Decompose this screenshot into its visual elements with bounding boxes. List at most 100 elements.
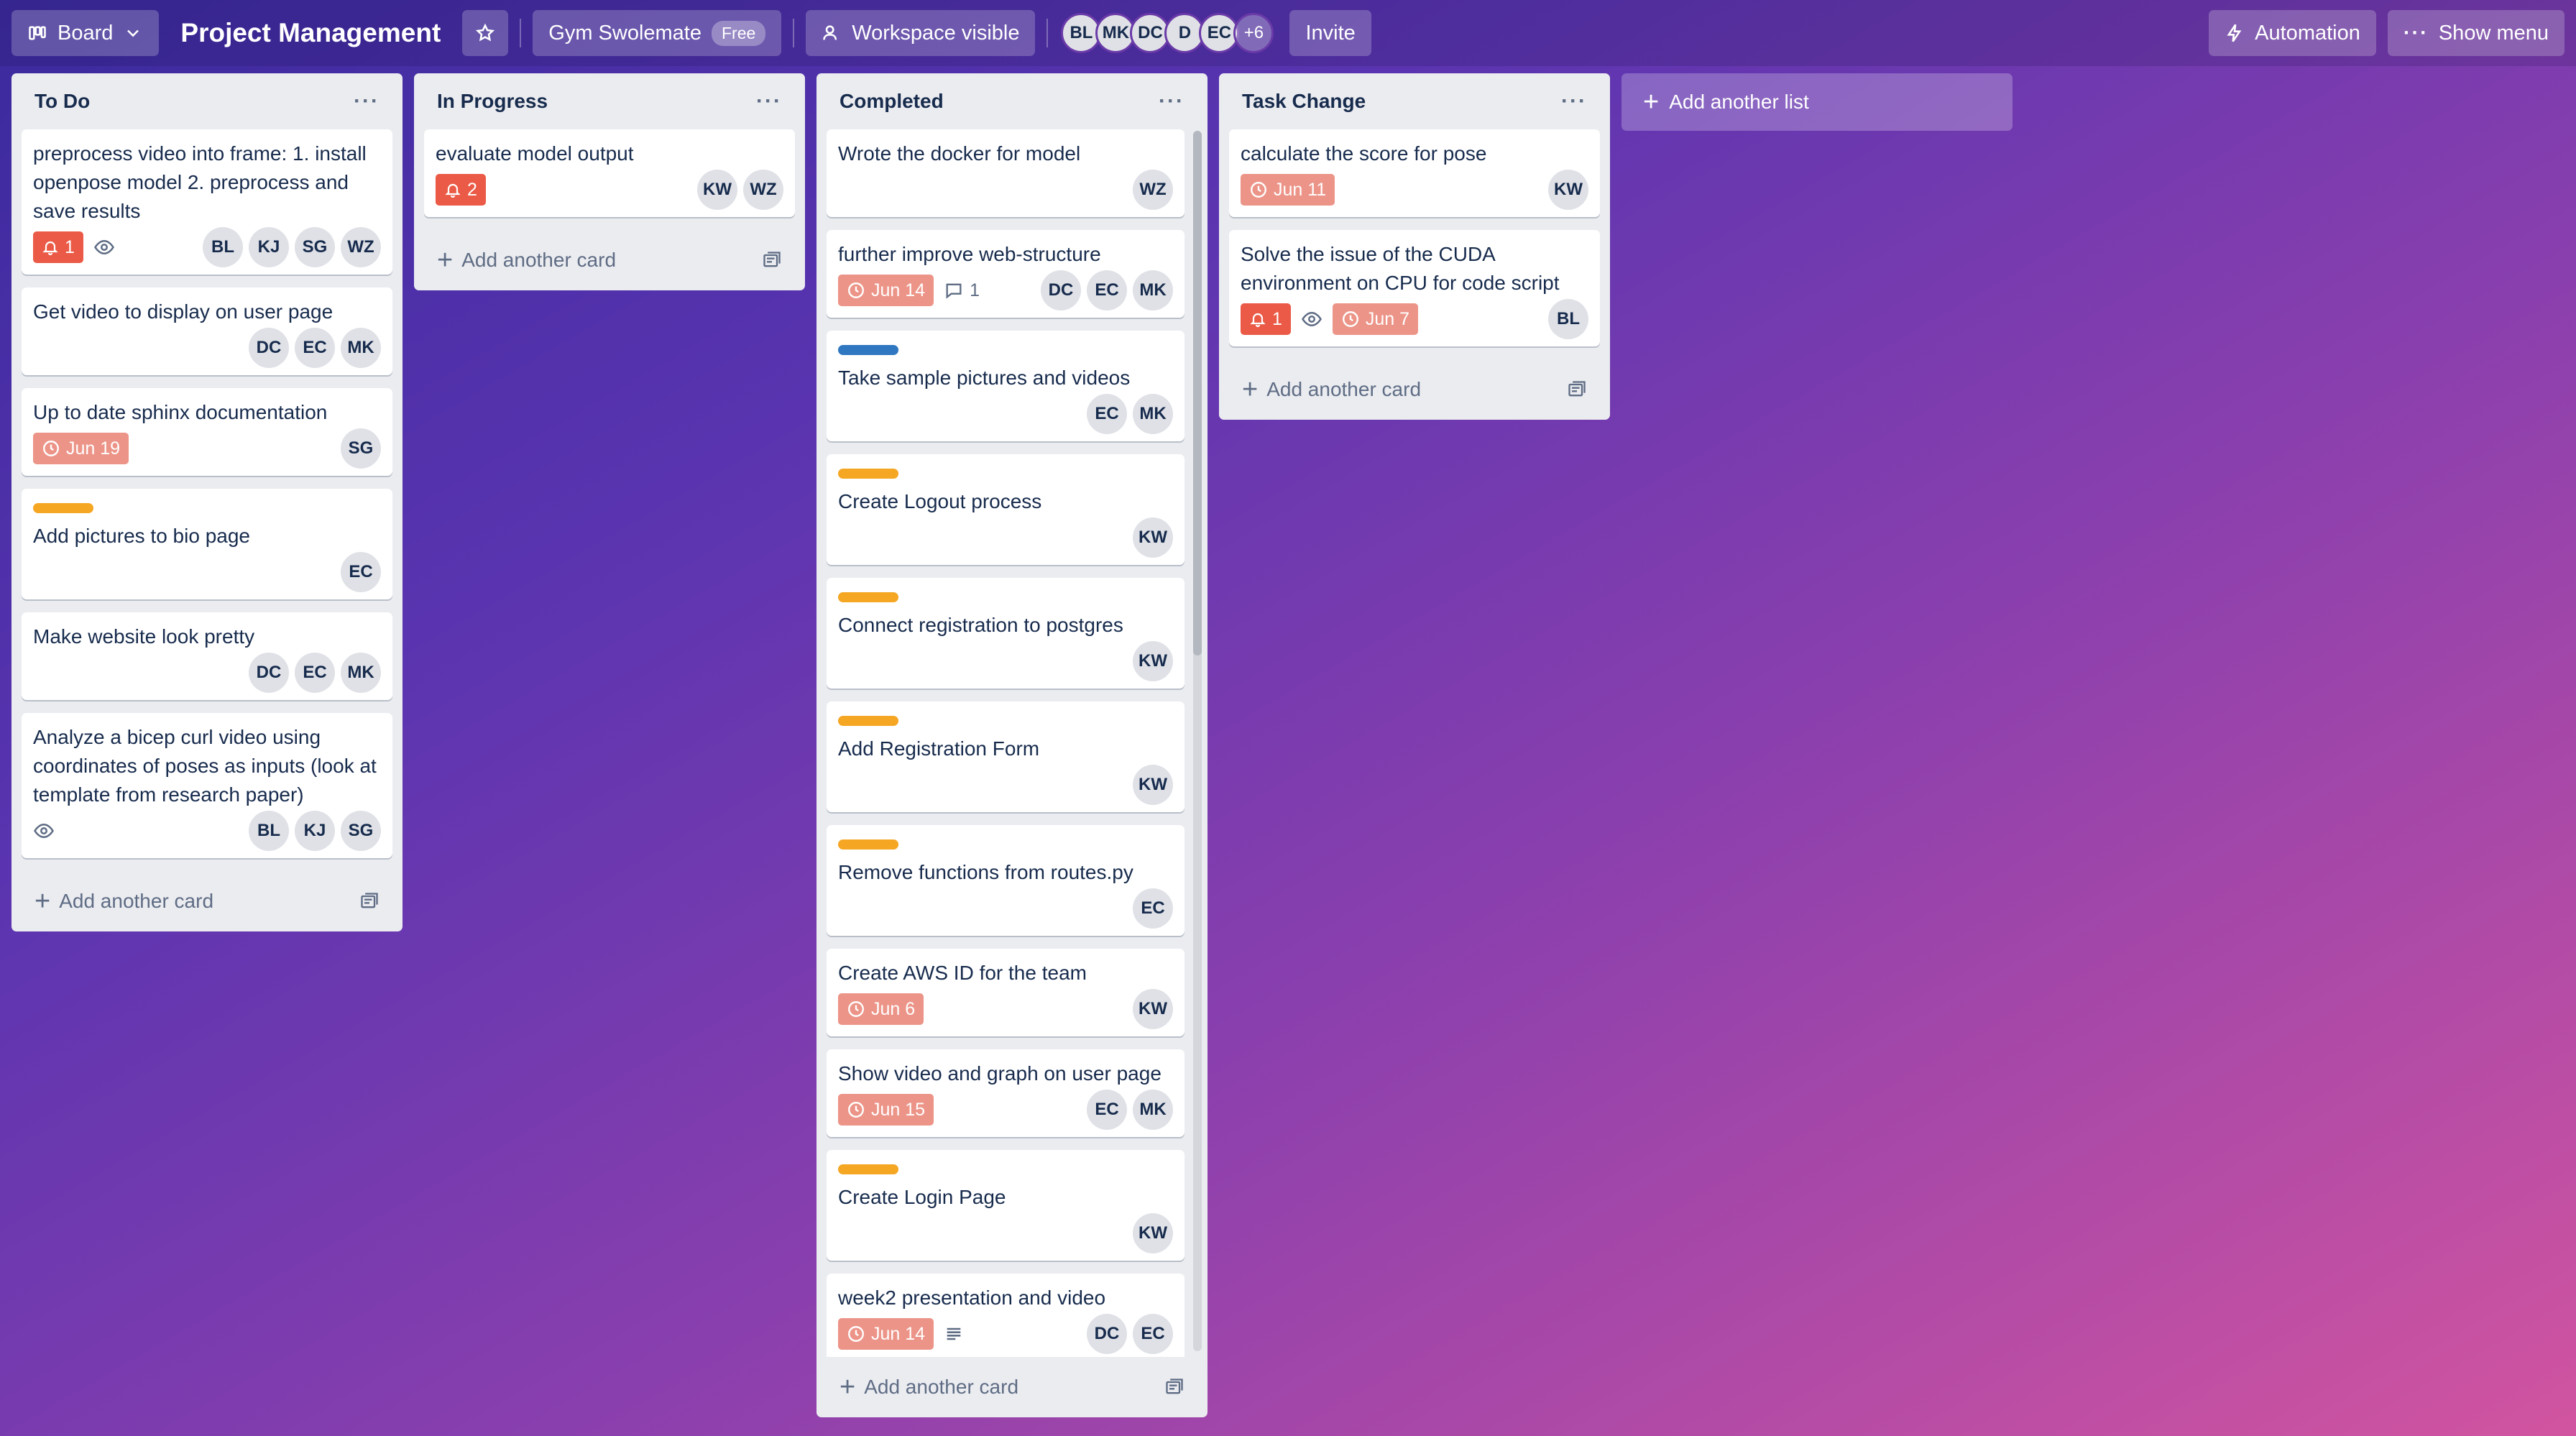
card-label[interactable]: [838, 592, 898, 602]
member-avatar[interactable]: EC: [295, 328, 335, 368]
plus-icon: +: [437, 245, 454, 275]
member-avatar[interactable]: EC: [1133, 888, 1173, 929]
member-avatar[interactable]: DC: [1041, 270, 1081, 310]
due-date-badge[interactable]: Jun 6: [838, 993, 924, 1025]
add-card-button[interactable]: + Add another card: [827, 1357, 1197, 1417]
member-avatar[interactable]: EC: [1087, 394, 1127, 434]
card[interactable]: calculate the score for pose Jun 11 KW: [1229, 129, 1600, 217]
list-menu-icon[interactable]: ···: [1561, 89, 1587, 114]
card[interactable]: Up to date sphinx documentation Jun 19 SG: [22, 388, 392, 476]
card[interactable]: Create AWS ID for the team Jun 6 KW: [827, 949, 1184, 1036]
card-members: EC: [341, 552, 381, 592]
member-avatar[interactable]: WZ: [1133, 170, 1173, 210]
show-menu-button[interactable]: ··· Show menu: [2387, 10, 2564, 56]
due-date-badge[interactable]: Jun 11: [1241, 174, 1335, 206]
list-menu-icon[interactable]: ···: [756, 89, 782, 114]
due-date-badge[interactable]: Jun 7: [1332, 303, 1419, 335]
member-avatar[interactable]: MK: [1133, 1090, 1173, 1130]
card[interactable]: Create Logout process KW: [827, 454, 1184, 565]
card-label[interactable]: [838, 345, 898, 355]
card[interactable]: week2 presentation and video Jun 14 DC EC: [827, 1274, 1184, 1357]
card-label[interactable]: [838, 469, 898, 479]
card[interactable]: Get video to display on user page DC EC MK: [22, 287, 392, 375]
member-avatar[interactable]: SG: [341, 428, 381, 469]
due-date-badge[interactable]: Jun 15: [838, 1094, 934, 1126]
card-badges: Jun 11: [1241, 174, 1548, 206]
member-avatar[interactable]: EC: [1133, 1314, 1173, 1354]
due-date-badge[interactable]: Jun 14: [838, 1318, 934, 1350]
list-title[interactable]: In Progress: [437, 90, 548, 113]
more-members-button[interactable]: +6: [1233, 13, 1274, 53]
due-date-badge[interactable]: Jun 19: [33, 433, 129, 464]
add-list-button[interactable]: + Add another list: [1622, 73, 2012, 131]
card[interactable]: Add Registration Form KW: [827, 701, 1184, 812]
add-card-button[interactable]: + Add another card: [424, 230, 795, 290]
member-avatar[interactable]: KJ: [249, 227, 289, 267]
member-avatar[interactable]: DC: [249, 328, 289, 368]
list-menu-icon[interactable]: ···: [354, 89, 380, 114]
invite-button[interactable]: Invite: [1289, 10, 1371, 56]
add-card-button[interactable]: + Add another card: [22, 871, 392, 931]
card[interactable]: Analyze a bicep curl video using coordin…: [22, 713, 392, 858]
card[interactable]: Connect registration to postgres KW: [827, 578, 1184, 689]
card[interactable]: Remove functions from routes.py EC: [827, 825, 1184, 936]
workspace-button[interactable]: Gym Swolemate Free: [533, 10, 782, 56]
member-avatar[interactable]: KW: [1133, 641, 1173, 681]
card[interactable]: preprocess video into frame: 1. install …: [22, 129, 392, 275]
member-avatar[interactable]: KW: [1133, 765, 1173, 805]
list-scrollbar[interactable]: [1193, 131, 1202, 1351]
member-avatar[interactable]: KW: [1133, 989, 1173, 1029]
automation-button[interactable]: Automation: [2209, 10, 2376, 56]
member-avatar[interactable]: KW: [1133, 517, 1173, 558]
card[interactable]: Take sample pictures and videos EC MK: [827, 331, 1184, 441]
member-avatar[interactable]: DC: [249, 653, 289, 693]
due-date-badge[interactable]: Jun 14: [838, 275, 934, 306]
member-avatar[interactable]: EC: [341, 552, 381, 592]
member-avatar[interactable]: KJ: [295, 811, 335, 851]
member-avatar[interactable]: KW: [1548, 170, 1588, 210]
list-menu-icon[interactable]: ···: [1159, 89, 1184, 114]
member-avatar[interactable]: DC: [1087, 1314, 1127, 1354]
member-avatar[interactable]: WZ: [341, 227, 381, 267]
list-title[interactable]: Task Change: [1242, 90, 1366, 113]
member-avatar[interactable]: EC: [295, 653, 335, 693]
card[interactable]: Wrote the docker for model WZ: [827, 129, 1184, 217]
visibility-button[interactable]: Workspace visible: [806, 10, 1036, 56]
card-label[interactable]: [33, 503, 93, 513]
member-avatar[interactable]: BL: [249, 811, 289, 851]
card[interactable]: evaluate model output 2 KW WZ: [424, 129, 795, 217]
card-template-icon[interactable]: [762, 250, 782, 270]
member-avatar[interactable]: KW: [1133, 1213, 1173, 1253]
board-title[interactable]: Project Management: [180, 18, 441, 48]
scrollbar-thumb[interactable]: [1193, 131, 1202, 655]
card[interactable]: further improve web-structure Jun 14 1 DC EC…: [827, 230, 1184, 318]
card-label[interactable]: [838, 839, 898, 850]
member-avatar[interactable]: MK: [1133, 270, 1173, 310]
board-view-switcher[interactable]: Board: [12, 10, 160, 56]
card[interactable]: Show video and graph on user page Jun 15 E…: [827, 1049, 1184, 1137]
member-avatar[interactable]: BL: [1548, 299, 1588, 339]
member-avatar[interactable]: MK: [1133, 394, 1173, 434]
member-avatar[interactable]: EC: [1087, 270, 1127, 310]
card-template-icon[interactable]: [359, 891, 380, 911]
member-avatar[interactable]: BL: [203, 227, 243, 267]
card[interactable]: Create Login Page KW: [827, 1150, 1184, 1261]
member-avatar[interactable]: MK: [341, 328, 381, 368]
member-avatar[interactable]: KW: [697, 170, 737, 210]
list-title[interactable]: Completed: [840, 90, 944, 113]
member-avatar[interactable]: WZ: [743, 170, 783, 210]
member-avatar[interactable]: EC: [1087, 1090, 1127, 1130]
add-card-button[interactable]: + Add another card: [1229, 359, 1600, 420]
member-avatar[interactable]: MK: [341, 653, 381, 693]
list-title[interactable]: To Do: [34, 90, 90, 113]
card[interactable]: Solve the issue of the CUDA environment …: [1229, 230, 1600, 346]
star-board-button[interactable]: [462, 10, 509, 56]
member-avatar[interactable]: SG: [295, 227, 335, 267]
card[interactable]: Make website look pretty DC EC MK: [22, 612, 392, 700]
card-label[interactable]: [838, 1164, 898, 1174]
card-label[interactable]: [838, 716, 898, 726]
card-template-icon[interactable]: [1567, 379, 1587, 400]
card[interactable]: Add pictures to bio page EC: [22, 489, 392, 599]
member-avatar[interactable]: SG: [341, 811, 381, 851]
card-template-icon[interactable]: [1164, 1377, 1184, 1397]
